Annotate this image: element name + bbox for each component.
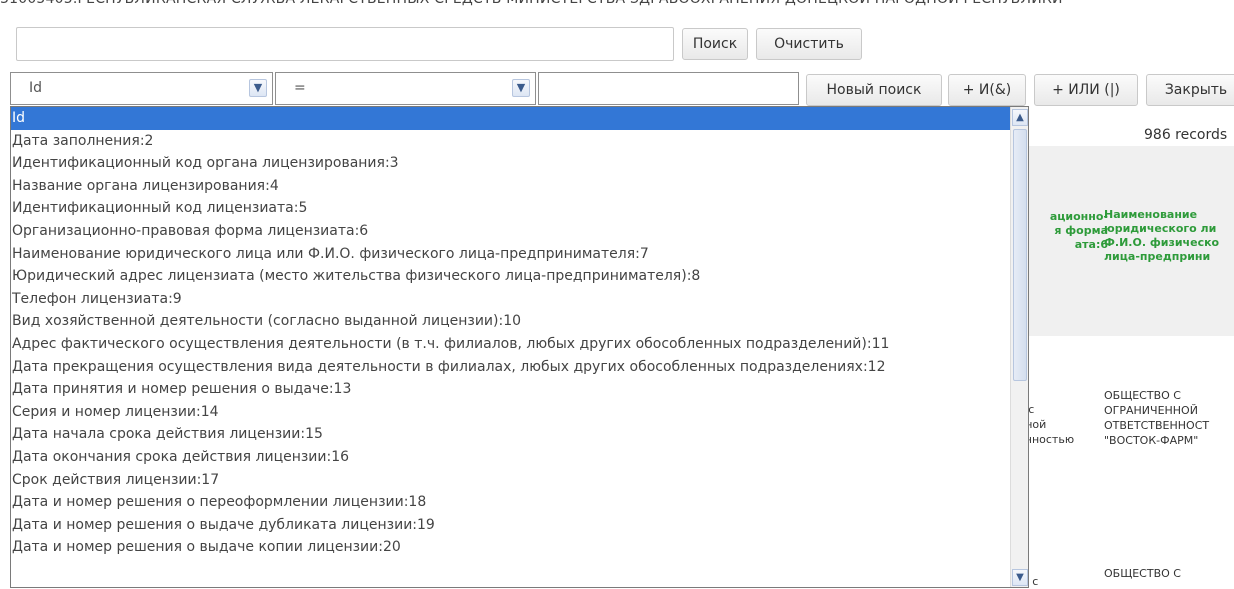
dropdown-option[interactable]: Дата и номер решения о переоформлении ли… [11,491,1028,514]
dropdown-option[interactable]: Адрес фактического осуществления деятель… [11,333,1028,356]
search-button[interactable]: Поиск [682,28,748,60]
scrollbar-thumb[interactable] [1013,129,1027,381]
dropdown-option[interactable]: Телефон лицензиата:9 [11,288,1028,311]
dropdown-option[interactable]: Идентификационный код органа лицензирова… [11,152,1028,175]
table-cell: ОБЩЕСТВО С ОГРАНИЧЕННОЙ ОТВЕТСТВЕННОСТ "… [1104,389,1210,447]
table-header-col7: Наименование юридического ли Ф.И.О. физи… [1104,208,1220,263]
field-select-value: Id [29,80,43,96]
dropdown-option[interactable]: Дата окончания срока действия лицензии:1… [11,446,1028,469]
scroll-up-icon[interactable]: ▲ [1012,109,1028,126]
field-select[interactable]: Id ▼ [10,72,273,105]
dropdown-option[interactable]: Вид хозяйственной деятельности (согласно… [11,310,1028,333]
add-or-button[interactable]: + ИЛИ (|) [1034,74,1138,106]
dropdown-option[interactable]: Серия и номер лицензии:14 [11,401,1028,424]
table-cell: ОБЩЕСТВО С [1104,567,1181,580]
records-count: 986 records [1144,127,1228,143]
clear-button[interactable]: Очистить [756,28,862,60]
filter-value-input[interactable] [538,72,799,105]
dropdown-option[interactable]: Идентификационный код лицензиата:5 [11,197,1028,220]
add-and-button[interactable]: + И(&) [948,74,1026,106]
dropdown-option[interactable]: Дата заполнения:2 [11,130,1028,153]
dropdown-option[interactable]: Срок действия лицензии:17 [11,469,1028,492]
new-search-button[interactable]: Новый поиск [806,74,942,106]
table-cell: о с нной енностью [1018,403,1075,446]
close-button[interactable]: Закрыть [1146,74,1234,106]
dropdown-option[interactable]: Id [11,107,1028,130]
dropdown-option[interactable]: Наименование юридического лица или Ф.И.О… [11,243,1028,266]
dropdown-option[interactable]: Дата принятия и номер решения о выдаче:1… [11,378,1028,401]
dropdown-scrollbar[interactable]: ▲ ▼ [1010,107,1028,587]
chevron-down-icon: ▼ [249,79,267,97]
scroll-down-icon[interactable]: ▼ [1012,569,1028,586]
table-header-col6: ационно- я форма ата:6 [1049,210,1108,251]
dropdown-option[interactable]: Организационно-правовая форма лицензиата… [11,220,1028,243]
dropdown-option[interactable]: Название органа лицензирования:4 [11,175,1028,198]
dropdown-option[interactable]: Дата и номер решения о выдаче дубликата … [11,514,1028,537]
operator-select[interactable]: = ▼ [275,72,536,105]
dropdown-option[interactable]: Дата и номер решения о выдаче копии лице… [11,536,1028,559]
page-title: 31005405.РЕСПУБЛИКАНСКАЯ СЛУЖБА ЛЕКАРСТВ… [0,0,1234,9]
dropdown-option[interactable]: Дата начала срока действия лицензии:15 [11,423,1028,446]
chevron-down-icon: ▼ [512,79,530,97]
global-search-input[interactable] [16,27,674,61]
field-dropdown-list[interactable]: Id Дата заполнения:2 Идентификационный к… [10,106,1029,588]
dropdown-option[interactable]: Дата прекращения осуществления вида деят… [11,356,1028,379]
operator-select-value: = [294,80,306,96]
dropdown-option[interactable]: Юридический адрес лицензиата (место жите… [11,265,1028,288]
